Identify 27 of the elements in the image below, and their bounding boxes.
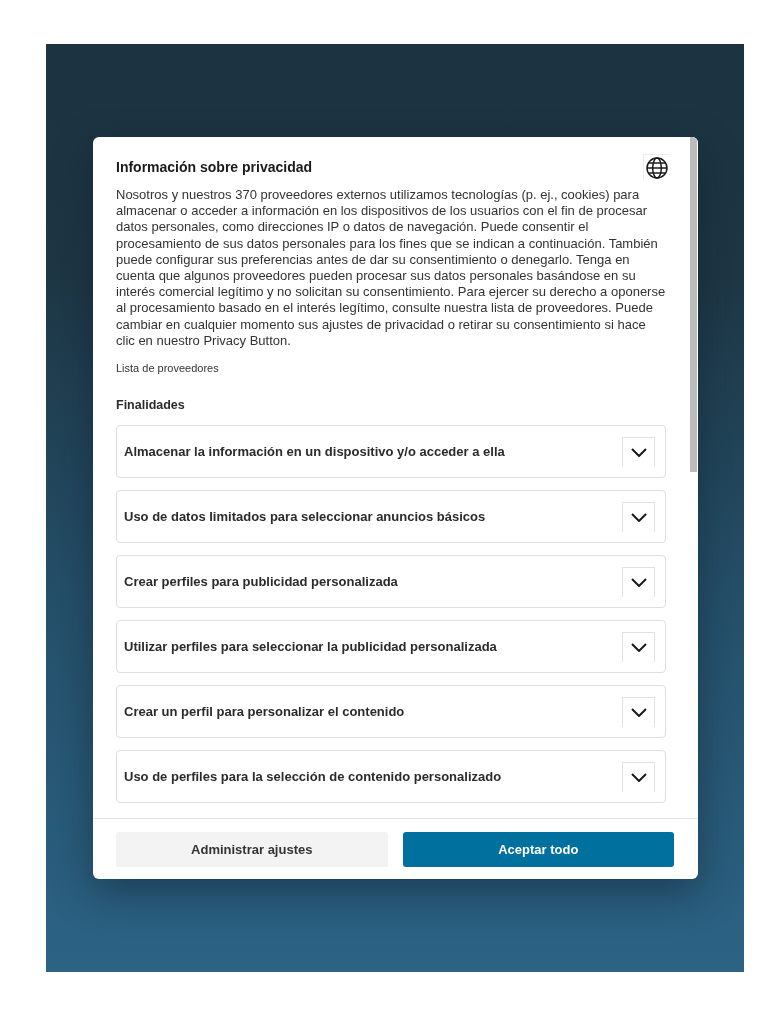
purpose-label: Utilizar perfiles para seleccionar la publicidad personalizada [124,639,497,655]
description-text: Nosotros y nuestros 370 proveedores externos utilizamos tecnologías (p. ej., cookies) para almacenar o acceder a información en los dispositivos de los usuarios con el fin de procesar datos personales, como direcciones IP o datos de navegación. Puede consentir el procesamiento de sus datos personales para los fines que se indican a continuación. También puede configurar sus preferencias antes de dar su consentimiento o denegarlo. Tenga en cuenta que algunos proveedores pueden procesar sus datos personales basándose en su interés comercial legítimo y no solicitan su consentimiento. Para ejercer su derecho a oponerse al procesamiento basado en el interés legítimo, consulte nuestra lista de proveedores. Puede cambiar en cualquier momento sus ajustes de privacidad o retirar su consentimiento si hace clic en nuestro Privacy Button. [116,187,666,350]
accept-all-button[interactable]: Aceptar todo [402,832,674,867]
chevron-down-icon [630,642,647,652]
globe-icon [645,156,668,179]
dialog-title: Información sobre privacidad [116,158,313,176]
chevron-down-icon [630,577,647,587]
purpose-label: Almacenar la información en un dispositivo y/o acceder a ella [124,444,505,460]
language-button[interactable] [643,154,669,180]
chevron-down-icon [630,772,647,782]
scrollbar-thumb[interactable] [690,137,697,472]
expand-button[interactable] [622,631,655,662]
vendor-list-link[interactable]: Lista de proveedores [116,361,219,376]
expand-button[interactable] [622,436,655,467]
expand-button[interactable] [622,501,655,532]
purpose-label: Uso de datos limitados para seleccionar anuncios básicos [124,509,486,525]
expand-button[interactable] [622,761,655,792]
purpose-label: Crear un perfil para personalizar el contenido [124,704,405,720]
manage-settings-button[interactable]: Administrar ajustes [116,832,388,867]
chevron-down-icon [630,447,647,457]
expand-button[interactable] [622,696,655,727]
chevron-down-icon [630,707,647,717]
purpose-label: Uso de perfiles para la selección de contenido personalizado [124,769,502,785]
purpose-label: Crear perfiles para publicidad personalizada [124,574,398,590]
section-heading: Finalidades [116,397,186,414]
chevron-down-icon [630,512,647,522]
expand-button[interactable] [622,566,655,597]
